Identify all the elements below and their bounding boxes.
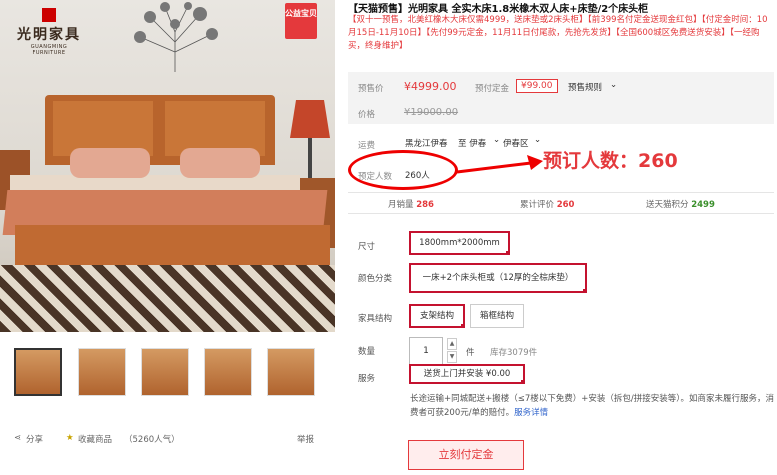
thumbnail-2[interactable] bbox=[78, 348, 126, 396]
decrement-icon[interactable]: ▼ bbox=[447, 351, 457, 363]
product-title: 【天猫预售】光明家具 全实木床1.8米橡木双人床+床垫/2个床头柜 bbox=[348, 4, 649, 15]
thumbnail-1[interactable] bbox=[14, 348, 62, 396]
review-count[interactable]: 累计评价 260 bbox=[520, 198, 574, 210]
shipping-label: 运费 bbox=[358, 141, 376, 151]
rug-illustration bbox=[0, 265, 335, 332]
logo-english: GUANGMING FURNITURE bbox=[30, 44, 68, 56]
quantity-label: 数量 bbox=[358, 347, 376, 357]
quantity-input[interactable]: 1 bbox=[409, 337, 443, 365]
lamp-illustration bbox=[290, 100, 330, 138]
chevron-down-icon[interactable]: ⌄ bbox=[610, 80, 617, 90]
reservation-callout: 预订人数：260 bbox=[543, 150, 678, 172]
original-price: ¥19000.00 bbox=[404, 107, 459, 118]
presale-label: 预售价 bbox=[358, 84, 384, 94]
charity-badge: 公益宝贝 bbox=[285, 3, 317, 39]
favorite-link[interactable]: 收藏商品 bbox=[78, 433, 112, 445]
thumbnail-5[interactable] bbox=[267, 348, 315, 396]
shipping-to-select[interactable]: 至 伊春 bbox=[458, 137, 486, 149]
brand-logo: 光明家具 GUANGMING FURNITURE bbox=[14, 8, 84, 56]
monthly-sales-value: 286 bbox=[416, 200, 434, 210]
logo-mark-icon bbox=[42, 8, 56, 22]
callout-arrow-icon bbox=[456, 155, 543, 174]
presale-rules-link[interactable]: 预售规则 bbox=[568, 81, 602, 93]
service-label: 服务 bbox=[358, 374, 376, 384]
tmall-points: 送天猫积分 2499 bbox=[646, 198, 715, 210]
color-option[interactable]: 一床+2个床头柜或（12厚的全棕床垫） bbox=[409, 263, 587, 293]
stock-count: 库存3079件 bbox=[490, 348, 538, 358]
promo-subtitle: 【双十一预售，北美红橡木大床仅需4999，送床垫或2床头柜】【前399名付定金送… bbox=[348, 15, 768, 51]
tmall-points-value: 2499 bbox=[691, 200, 715, 210]
shipping-from: 黑龙江伊春 bbox=[405, 139, 448, 149]
shipping-district-select[interactable]: 伊春区 bbox=[503, 137, 529, 149]
structure-option-box[interactable]: 箱框结构 bbox=[470, 304, 524, 328]
structure-label: 家具结构 bbox=[358, 314, 393, 324]
chevron-down-icon[interactable]: ⌄ bbox=[534, 135, 541, 145]
share-row: ⋖ 分享 ★ 收藏商品 （5260人气） 举报 bbox=[14, 433, 334, 447]
bed-frame-illustration bbox=[15, 225, 330, 265]
favorite-count: （5260人气） bbox=[124, 435, 180, 445]
pay-deposit-button[interactable]: 立刻付定金 bbox=[408, 440, 524, 470]
deposit-price: ¥99.00 bbox=[516, 79, 558, 93]
thumbnail-3[interactable] bbox=[141, 348, 189, 396]
highlight-oval bbox=[348, 150, 458, 190]
chevron-down-icon[interactable]: ⌄ bbox=[493, 135, 500, 145]
presale-price: ¥4999.00 bbox=[404, 80, 457, 93]
star-icon[interactable]: ★ bbox=[66, 433, 74, 443]
thumbnail-strip bbox=[14, 348, 334, 400]
size-label: 尺寸 bbox=[358, 242, 376, 252]
monthly-sales-label: 月销量 bbox=[388, 200, 414, 210]
quantity-unit: 件 bbox=[466, 348, 475, 358]
structure-option-bracket[interactable]: 支架结构 bbox=[409, 304, 465, 328]
service-description: 长途运输+同城配送+搬楼（≤7楼以下免费）+安装（拆包/拼接安装等）。如商家未履… bbox=[410, 392, 775, 420]
service-details-link[interactable]: 服务详情 bbox=[514, 408, 548, 418]
main-product-image[interactable]: 光明家具 GUANGMING FURNITURE 公益宝贝 bbox=[0, 0, 335, 332]
monthly-sales: 月销量 286 bbox=[388, 198, 434, 210]
thumbnail-4[interactable] bbox=[204, 348, 252, 396]
logo-chinese: 光明家具 bbox=[17, 27, 81, 43]
stats-row: 月销量 286 累计评价 260 送天猫积分 2499 bbox=[348, 192, 774, 214]
report-link[interactable]: 举报 bbox=[297, 433, 314, 445]
wall-tree-decor bbox=[134, 2, 218, 72]
review-count-value: 260 bbox=[556, 200, 575, 210]
tmall-points-label: 送天猫积分 bbox=[646, 200, 689, 210]
increment-icon[interactable]: ▲ bbox=[447, 338, 457, 350]
share-icon[interactable]: ⋖ bbox=[14, 433, 21, 443]
review-count-label: 累计评价 bbox=[520, 200, 555, 210]
size-option[interactable]: 1800mm*2000mm bbox=[409, 231, 510, 255]
deposit-label: 预付定金 bbox=[475, 84, 510, 94]
service-option[interactable]: 送货上门并安装 ¥0.00 bbox=[409, 364, 525, 384]
lamp-stand-illustration bbox=[308, 138, 312, 178]
price-box: 预售价 ¥4999.00 预付定金 ¥99.00 预售规则 ⌄ 价格 ¥1900… bbox=[348, 72, 774, 124]
color-label: 颜色分类 bbox=[358, 274, 393, 284]
pillow-illustration bbox=[180, 148, 260, 178]
pillow-illustration bbox=[70, 148, 150, 178]
product-gallery: 光明家具 GUANGMING FURNITURE 公益宝贝 ⋖ 分享 ★ 收藏商… bbox=[0, 0, 338, 475]
original-price-label: 价格 bbox=[358, 110, 376, 120]
service-description-text: 长途运输+同城配送+搬楼（≤7楼以下免费）+安装（拆包/拼接安装等）。如商家未履… bbox=[410, 394, 775, 418]
share-link[interactable]: 分享 bbox=[26, 433, 43, 445]
